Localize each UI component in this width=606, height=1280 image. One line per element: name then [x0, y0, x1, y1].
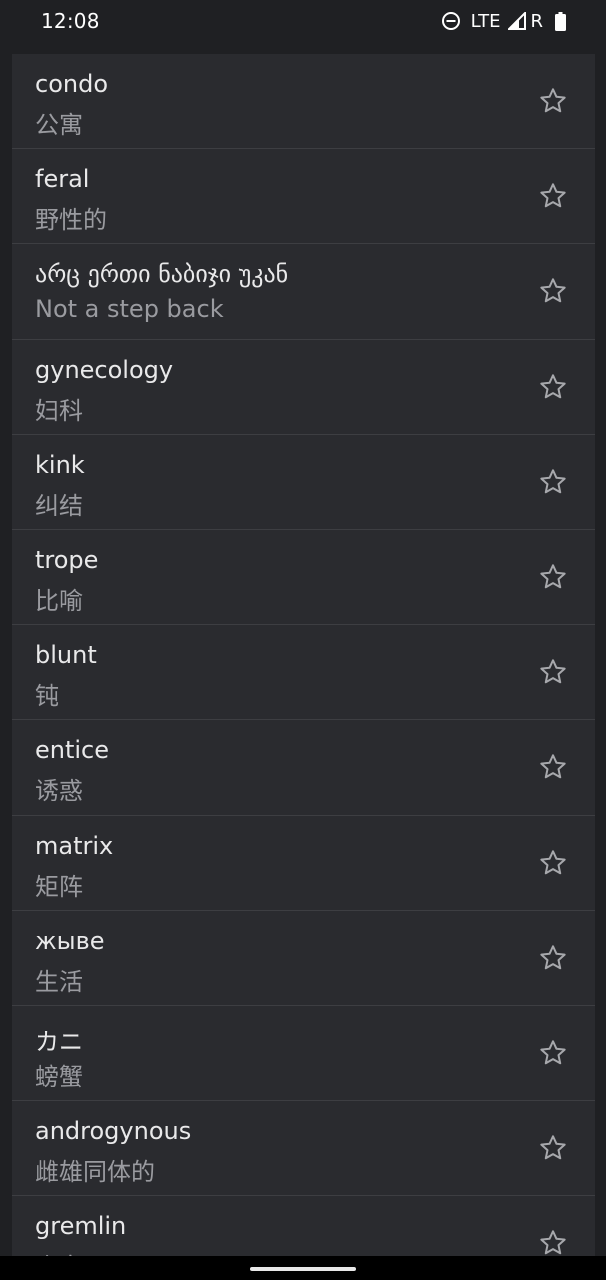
word-translation: 公寓: [35, 111, 83, 139]
favorite-star-icon[interactable]: [538, 562, 568, 592]
favorite-star-icon[interactable]: [538, 467, 568, 497]
word-row[interactable]: matrix 矩阵: [12, 815, 595, 911]
favorite-star-icon[interactable]: [538, 1228, 568, 1256]
word-row[interactable]: gynecology 妇科: [12, 339, 595, 435]
word-row[interactable]: жыве 生活: [12, 910, 595, 1006]
word-translation: 小鬼: [35, 1247, 83, 1256]
word-term: matrix: [35, 831, 114, 860]
word-term: gynecology: [35, 355, 174, 384]
status-icons: LTE R: [441, 10, 566, 32]
signal-icon: [508, 12, 527, 30]
word-term: kink: [35, 450, 85, 479]
favorite-star-icon[interactable]: [538, 943, 568, 973]
favorite-star-icon[interactable]: [538, 181, 568, 211]
word-row[interactable]: kink 纠结: [12, 434, 595, 530]
word-term: entice: [35, 736, 110, 765]
word-row[interactable]: არც ერთი ნაბიჯი უკან Not a step back: [12, 244, 595, 340]
word-translation: 纠结: [35, 491, 83, 520]
word-term: カニ: [35, 1027, 83, 1056]
favorite-star-icon[interactable]: [538, 86, 568, 116]
favorite-star-icon[interactable]: [538, 276, 568, 306]
roaming-indicator: R: [530, 10, 543, 32]
word-term: condo: [35, 70, 109, 98]
word-row[interactable]: condo 公寓: [12, 54, 595, 150]
navigation-bar: [0, 1256, 606, 1280]
word-row[interactable]: gremlin 小鬼: [12, 1196, 595, 1256]
do-not-disturb-icon: [441, 12, 460, 30]
status-time: 12:08: [41, 9, 100, 33]
home-gesture-handle[interactable]: [250, 1267, 356, 1271]
word-translation: 诱惑: [35, 777, 83, 806]
favorite-star-icon[interactable]: [538, 1133, 568, 1163]
word-row[interactable]: trope 比喻: [12, 529, 595, 626]
word-term: blunt: [35, 641, 97, 670]
word-translation: 野性的: [35, 206, 107, 235]
favorite-star-icon[interactable]: [538, 848, 568, 878]
word-row[interactable]: カニ 螃蟹: [12, 1005, 595, 1102]
word-translation: 钝: [35, 682, 59, 711]
status-bar: 12:08 LTE R: [0, 0, 606, 42]
word-translation: 生活: [35, 967, 83, 996]
word-term: არც ერთი ნაბიჯი უკან: [35, 260, 289, 289]
word-translation: 矩阵: [35, 872, 83, 901]
network-type: LTE: [470, 10, 501, 32]
word-term: gremlin: [35, 1212, 127, 1241]
favorite-star-icon[interactable]: [538, 372, 568, 402]
word-row[interactable]: androgynous 雌雄同体的: [12, 1101, 595, 1197]
favorite-star-icon[interactable]: [538, 1038, 568, 1068]
battery-icon: [555, 11, 566, 31]
word-list[interactable]: condo 公寓 feral 野性的 არც ერთი ნაბიჯი უკან Not a…: [12, 54, 595, 1256]
word-term: жыве: [35, 926, 105, 955]
word-term: trope: [35, 545, 99, 574]
word-term: androgynous: [35, 1117, 192, 1146]
word-translation: 雌雄同体的: [35, 1158, 155, 1187]
word-translation: 妇科: [35, 396, 83, 425]
favorite-star-icon[interactable]: [538, 752, 568, 782]
word-translation: Not a step back: [35, 295, 224, 324]
favorite-star-icon[interactable]: [538, 657, 568, 687]
word-row[interactable]: blunt 钝: [12, 625, 595, 721]
word-translation: 螃蟹: [35, 1062, 83, 1091]
word-translation: 比喻: [35, 586, 83, 615]
word-row[interactable]: entice 诱惑: [12, 720, 595, 816]
word-row[interactable]: feral 野性的: [12, 149, 595, 245]
word-term: feral: [35, 165, 90, 194]
